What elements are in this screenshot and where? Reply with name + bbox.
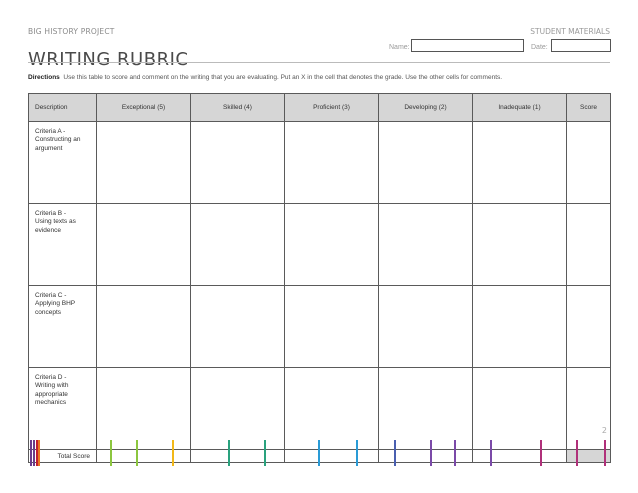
color-stripe [228, 440, 230, 466]
grade-cell[interactable] [190, 203, 285, 286]
grade-cell[interactable] [378, 121, 473, 204]
total-cell[interactable] [378, 449, 473, 463]
color-stripe [318, 440, 320, 466]
criteria-line: appropriate [35, 390, 68, 398]
directions: Directions Use this table to score and c… [28, 74, 610, 81]
grade-cell[interactable] [378, 367, 473, 450]
page-title: WRITING RUBRIC [28, 49, 189, 71]
score-cell[interactable] [566, 203, 611, 286]
color-stripe [30, 440, 32, 466]
color-stripe [38, 440, 40, 466]
color-stripe [172, 440, 174, 466]
color-stripe [454, 440, 456, 466]
rubric-table: Description Exceptional (5) Skilled (4) … [28, 93, 611, 463]
color-stripe [264, 440, 266, 466]
table-row: Criteria B - Using texts as evidence [28, 203, 611, 286]
grade-cell[interactable] [472, 367, 567, 450]
grade-cell[interactable] [378, 285, 473, 368]
grade-cell[interactable] [284, 121, 379, 204]
grade-cell[interactable] [284, 203, 379, 286]
criteria-line: mechanics [35, 399, 67, 407]
date-field[interactable] [551, 39, 611, 52]
total-cell[interactable] [284, 449, 379, 463]
name-field[interactable] [411, 39, 524, 52]
grade-cell[interactable] [378, 203, 473, 286]
grade-cell[interactable] [96, 121, 191, 204]
grade-cell[interactable] [96, 285, 191, 368]
header-divider [28, 62, 610, 63]
directions-text: Use this table to score and comment on t… [63, 74, 503, 81]
criteria-line: Criteria A - [35, 128, 66, 135]
date-label: Date: [531, 44, 548, 51]
criteria-line: Criteria B - [35, 210, 67, 217]
color-stripe [576, 440, 578, 466]
total-row: Total Score [28, 449, 611, 463]
column-header-description: Description [28, 93, 97, 122]
color-stripe [490, 440, 492, 466]
criteria-line: concepts [35, 308, 62, 316]
criteria-line: evidence [35, 226, 62, 234]
grade-cell[interactable] [190, 367, 285, 450]
column-header-proficient: Proficient (3) [284, 93, 379, 122]
color-stripe [110, 440, 112, 466]
color-stripe [33, 440, 35, 466]
grade-cell[interactable] [472, 285, 567, 368]
criteria-a-label: Criteria A - Constructing an argument [28, 121, 97, 204]
criteria-line: Applying BHP [35, 300, 76, 308]
name-label: Name: [389, 44, 410, 51]
table-row: Criteria A - Constructing an argument [28, 121, 611, 204]
score-cell[interactable] [566, 121, 611, 204]
grade-cell[interactable] [96, 203, 191, 286]
materials-label: STUDENT MATERIALS [530, 27, 610, 36]
color-stripe [136, 440, 138, 466]
criteria-line: Constructing an [35, 136, 81, 144]
column-header-developing: Developing (2) [378, 93, 473, 122]
directions-label: Directions [28, 74, 60, 81]
column-header-inadequate: Inadequate (1) [472, 93, 567, 122]
table-row: Criteria D - Writing with appropriate me… [28, 367, 611, 450]
criteria-b-label: Criteria B - Using texts as evidence [28, 203, 97, 286]
grade-cell[interactable] [472, 203, 567, 286]
criteria-line: Criteria C - [35, 292, 67, 299]
total-cell[interactable] [472, 449, 567, 463]
color-stripe [540, 440, 542, 466]
column-header-score: Score [566, 93, 611, 122]
grade-cell[interactable] [190, 121, 285, 204]
project-kicker: BIG HISTORY PROJECT [28, 27, 115, 36]
color-stripe [430, 440, 432, 466]
criteria-c-label: Criteria C - Applying BHP concepts [28, 285, 97, 368]
color-stripe [604, 440, 606, 466]
criteria-line: argument [35, 144, 63, 152]
score-cell[interactable] [566, 367, 611, 450]
table-header-row: Description Exceptional (5) Skilled (4) … [28, 93, 611, 122]
table-row: Criteria C - Applying BHP concepts [28, 285, 611, 368]
grade-cell[interactable] [472, 121, 567, 204]
total-cell[interactable] [190, 449, 285, 463]
column-header-skilled: Skilled (4) [190, 93, 285, 122]
grade-cell[interactable] [284, 367, 379, 450]
page-number: 2 [601, 426, 607, 435]
score-cell[interactable] [566, 285, 611, 368]
criteria-line: Writing with [35, 382, 69, 390]
grade-cell[interactable] [284, 285, 379, 368]
color-stripe [356, 440, 358, 466]
grade-cell[interactable] [96, 367, 191, 450]
criteria-line: Criteria D - [35, 374, 67, 381]
color-stripe [394, 440, 396, 466]
criteria-line: Using texts as [35, 218, 76, 226]
grade-cell[interactable] [190, 285, 285, 368]
criteria-d-label: Criteria D - Writing with appropriate me… [28, 367, 97, 450]
column-header-exceptional: Exceptional (5) [96, 93, 191, 122]
